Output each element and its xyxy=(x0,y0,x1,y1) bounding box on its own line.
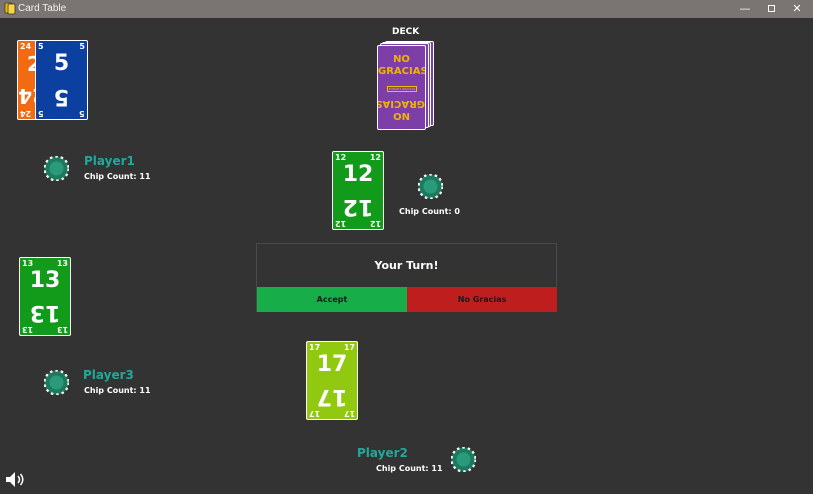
window-titlebar: Card Table — ✕ xyxy=(0,0,813,18)
card-corner: 17 xyxy=(309,343,321,352)
minimize-button[interactable]: — xyxy=(732,0,758,18)
deck-strip: FORGET GRACIAS xyxy=(387,86,417,92)
no-gracias-button[interactable]: No Gracias xyxy=(407,287,557,312)
turn-message: Your Turn! xyxy=(374,259,439,272)
maximize-icon xyxy=(767,4,775,12)
center-chip-count: Chip Count: 0 xyxy=(399,207,460,216)
turn-panel: Your Turn! Accept No Gracias xyxy=(256,243,557,312)
card-corner: 13 xyxy=(56,325,68,334)
deck-brand: NO GRACIAS xyxy=(378,54,426,77)
card-value-inverted: 5 xyxy=(53,84,70,109)
card-corner: 12 xyxy=(335,153,347,162)
player2-name: Player2 xyxy=(357,446,408,460)
accept-button[interactable]: Accept xyxy=(257,287,407,312)
card-corner: 5 xyxy=(38,42,44,51)
card-corner: 13 xyxy=(22,325,34,334)
window-title: Card Table xyxy=(18,3,67,14)
card-value: 17 xyxy=(316,352,348,377)
player1-chip-count: Chip Count: 11 xyxy=(84,172,151,181)
card-corner: 5 xyxy=(38,109,44,118)
card-value: 5 xyxy=(53,51,70,76)
card-5: 5 5 5 5 5 5 xyxy=(35,40,88,120)
card-corner: 12 xyxy=(369,153,381,162)
card-value-inverted: 17 xyxy=(316,384,348,409)
card-corner: 12 xyxy=(335,219,347,228)
card-17: 17 17 17 17 17 17 xyxy=(306,341,358,420)
card-value-inverted: 13 xyxy=(29,300,61,325)
close-button[interactable]: ✕ xyxy=(784,0,810,18)
deck-pile[interactable]: NO GRACIAS FORGET GRACIAS NO GRACIAS xyxy=(377,45,426,130)
card-corner: 5 xyxy=(79,109,85,118)
deck-label: DECK xyxy=(392,27,420,37)
player3-chip-count: Chip Count: 11 xyxy=(84,386,151,395)
card-corner: 17 xyxy=(309,409,321,418)
card-corner: 24 xyxy=(20,109,32,118)
card-value-inverted: 12 xyxy=(342,194,374,219)
player2-chip-count: Chip Count: 11 xyxy=(376,464,443,473)
poker-chip-icon xyxy=(44,370,69,395)
poker-chip-icon xyxy=(451,447,476,472)
close-icon: ✕ xyxy=(792,2,802,15)
card-corner: 24 xyxy=(20,42,32,51)
speaker-icon[interactable] xyxy=(5,471,27,488)
card-corner: 12 xyxy=(369,219,381,228)
poker-chip-icon xyxy=(418,174,443,199)
card-corner: 13 xyxy=(56,259,68,268)
maximize-button[interactable] xyxy=(758,0,784,18)
player3-name: Player3 xyxy=(83,368,134,382)
card-13: 13 13 13 13 13 13 xyxy=(19,257,71,336)
poker-chip-icon xyxy=(44,156,69,181)
card-corner: 5 xyxy=(79,42,85,51)
card-corner: 13 xyxy=(22,259,34,268)
card-corner: 17 xyxy=(343,343,355,352)
offered-card-12: 12 12 12 12 12 12 xyxy=(332,151,384,230)
deck-brand-inverted: NO GRACIAS xyxy=(377,98,425,121)
card-corner: 17 xyxy=(343,409,355,418)
card-value: 13 xyxy=(29,268,61,293)
minimize-icon: — xyxy=(739,2,751,15)
player1-name: Player1 xyxy=(84,154,135,168)
card-value: 12 xyxy=(342,162,374,187)
app-icon xyxy=(4,2,16,15)
